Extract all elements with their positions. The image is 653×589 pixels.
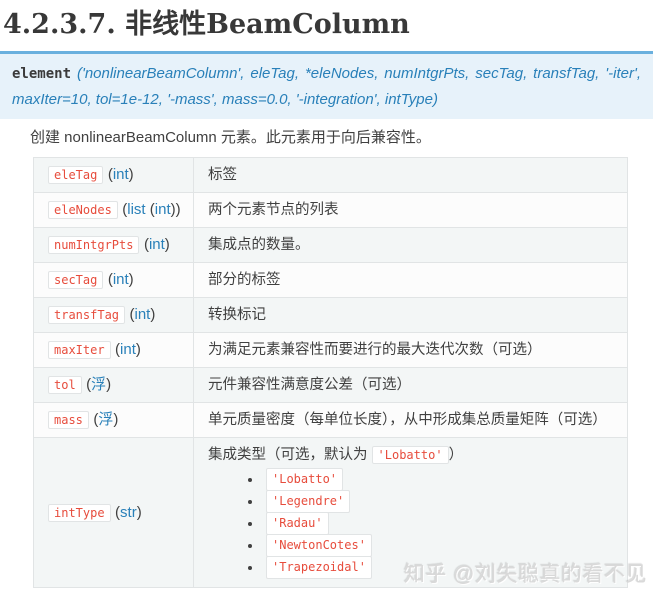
param-cell-secTag: secTag (int) (33, 262, 194, 298)
table-row: intType (str) 集成类型（可选，默认为 'Lobatto'） 'Loba… (33, 437, 628, 588)
table-row: numIntgrPts (int) 集成点的数量。 (33, 227, 628, 263)
option-item: 'Lobatto' (248, 468, 619, 491)
desc-cell: 部分的标签 (193, 262, 628, 298)
param-cell-tol: tol (浮) (33, 367, 194, 403)
desc-cell: 单元质量密度（每单位长度），从中形成集总质量矩阵（可选） (193, 402, 628, 438)
signature-keyword: element (12, 66, 72, 82)
option-code: 'Radau' (266, 512, 329, 535)
bullet-icon (248, 521, 252, 526)
type-link[interactable]: str (120, 504, 137, 521)
table-row: tol (浮) 元件兼容性满意度公差（可选） (33, 367, 628, 403)
param-name-code: eleNodes (48, 201, 118, 219)
param-name-code: eleTag (48, 166, 104, 184)
desc-cell: 集成类型（可选，默认为 'Lobatto'） 'Lobatto' 'Legendre… (193, 437, 628, 588)
bullet-icon (248, 543, 252, 548)
type-link[interactable]: 浮 (98, 411, 113, 428)
type-paren: ) (113, 411, 119, 428)
option-item: 'Radau' (248, 512, 619, 535)
param-name-code: maxIter (48, 341, 111, 359)
param-name-code: tol (48, 376, 82, 394)
table-row: transfTag (int) 转换标记 (33, 297, 628, 333)
option-item: 'NewtonCotes' (248, 534, 619, 557)
parameter-table: eleTag (int) 标签 eleNodes (list (int)) 两个元素节… (33, 157, 628, 588)
function-signature-block: element ('nonlinearBeamColumn', eleTag, … (0, 51, 653, 119)
option-item: 'Legendre' (248, 490, 619, 513)
desc-cell: 转换标记 (193, 297, 628, 333)
param-name-code: intType (48, 503, 111, 522)
param-cell-maxIter: maxIter (int) (33, 332, 194, 368)
param-type: (浮) (86, 376, 111, 393)
type-link[interactable]: 浮 (91, 376, 106, 393)
type-paren: ) (135, 341, 141, 358)
option-item: 'Trapezoidal' (248, 556, 619, 579)
table-row: mass (浮) 单元质量密度（每单位长度），从中形成集总质量矩阵（可选） (33, 402, 628, 438)
param-cell-numIntgrPts: numIntgrPts (int) (33, 227, 194, 263)
option-code: 'Legendre' (266, 490, 351, 513)
type-link[interactable]: int (149, 236, 165, 253)
desc-cell: 集成点的数量。 (193, 227, 628, 263)
bullet-icon (248, 499, 252, 504)
param-name-code: transfTag (48, 306, 126, 324)
options-list: 'Lobatto' 'Legendre' 'Radau' 'NewtonCotes' '… (248, 468, 619, 579)
page-title: 4.2.3.7. 非线性BeamColumn (3, 9, 410, 40)
type-link[interactable]: int (113, 271, 129, 288)
desc-cell: 两个元素节点的列表 (193, 192, 628, 228)
bullet-icon (248, 477, 252, 482)
param-type: (int) (108, 166, 134, 183)
bullet-icon (248, 565, 252, 570)
type-paren: ) (164, 236, 170, 253)
signature-args-line2: maxIter=10, tol=1e-12, '-mass', mass=0.0… (12, 91, 438, 108)
option-code: 'Trapezoidal' (266, 556, 372, 579)
param-type: (list (int)) (122, 201, 180, 218)
parameter-table-body: eleTag (int) 标签 eleNodes (list (int)) 两个元素节… (33, 157, 628, 588)
param-cell-eleTag: eleTag (int) (33, 157, 194, 193)
desc-cell: 为满足元素兼容性而要进行的最大迭代次数（可选） (193, 332, 628, 368)
desc-cell: 标签 (193, 157, 628, 193)
type-link[interactable]: list (127, 201, 145, 218)
type-paren: ) (106, 376, 112, 393)
type-paren: ) (128, 166, 134, 183)
param-cell-intType: intType (str) (33, 437, 194, 588)
param-cell-transfTag: transfTag (int) (33, 297, 194, 333)
param-cell-eleNodes: eleNodes (list (int)) (33, 192, 194, 228)
desc-cell: 元件兼容性满意度公差（可选） (193, 367, 628, 403)
signature-line-1: element ('nonlinearBeamColumn', eleTag, … (12, 61, 641, 87)
document-page: 4.2.3.7. 非线性BeamColumn element ('nonline… (0, 8, 653, 588)
type-link[interactable]: int (134, 306, 150, 323)
param-type: (浮) (93, 411, 118, 428)
default-option-code: 'Lobatto' (371, 446, 449, 464)
table-row: eleNodes (list (int)) 两个元素节点的列表 (33, 192, 628, 228)
description-paragraph: 创建 nonlinearBeamColumn 元素。此元素用于向后兼容性。 (30, 129, 431, 146)
option-code: 'Lobatto' (266, 468, 344, 491)
type-link[interactable]: int (120, 341, 136, 358)
options-intro: 集成类型（可选，默认为 'Lobatto'） (208, 446, 464, 464)
param-cell-mass: mass (浮) (33, 402, 194, 438)
table-row: maxIter (int) 为满足元素兼容性而要进行的最大迭代次数（可选） (33, 332, 628, 368)
param-type: (int) (115, 341, 141, 358)
signature-args-line1: ('nonlinearBeamColumn', eleTag, *eleNode… (76, 65, 641, 82)
param-name-code: secTag (48, 271, 104, 289)
option-code: 'NewtonCotes' (266, 534, 372, 557)
param-type: (int) (144, 236, 170, 253)
type-paren: ( (145, 201, 155, 218)
param-type: (int) (108, 271, 134, 288)
table-row: eleTag (int) 标签 (33, 157, 628, 193)
param-type: (str) (115, 504, 142, 521)
type-paren: ) (136, 503, 142, 521)
type-paren: )) (170, 201, 181, 218)
param-type: (int) (129, 306, 155, 323)
type-link[interactable]: int (113, 166, 129, 183)
type-paren: ) (150, 306, 156, 323)
type-paren: ) (128, 271, 134, 288)
param-name-code: mass (48, 411, 89, 429)
param-name-code: numIntgrPts (48, 236, 140, 254)
table-row: secTag (int) 部分的标签 (33, 262, 628, 298)
signature-line-2: maxIter=10, tol=1e-12, '-mass', mass=0.0… (12, 87, 641, 112)
type-link[interactable]: int (155, 201, 171, 218)
